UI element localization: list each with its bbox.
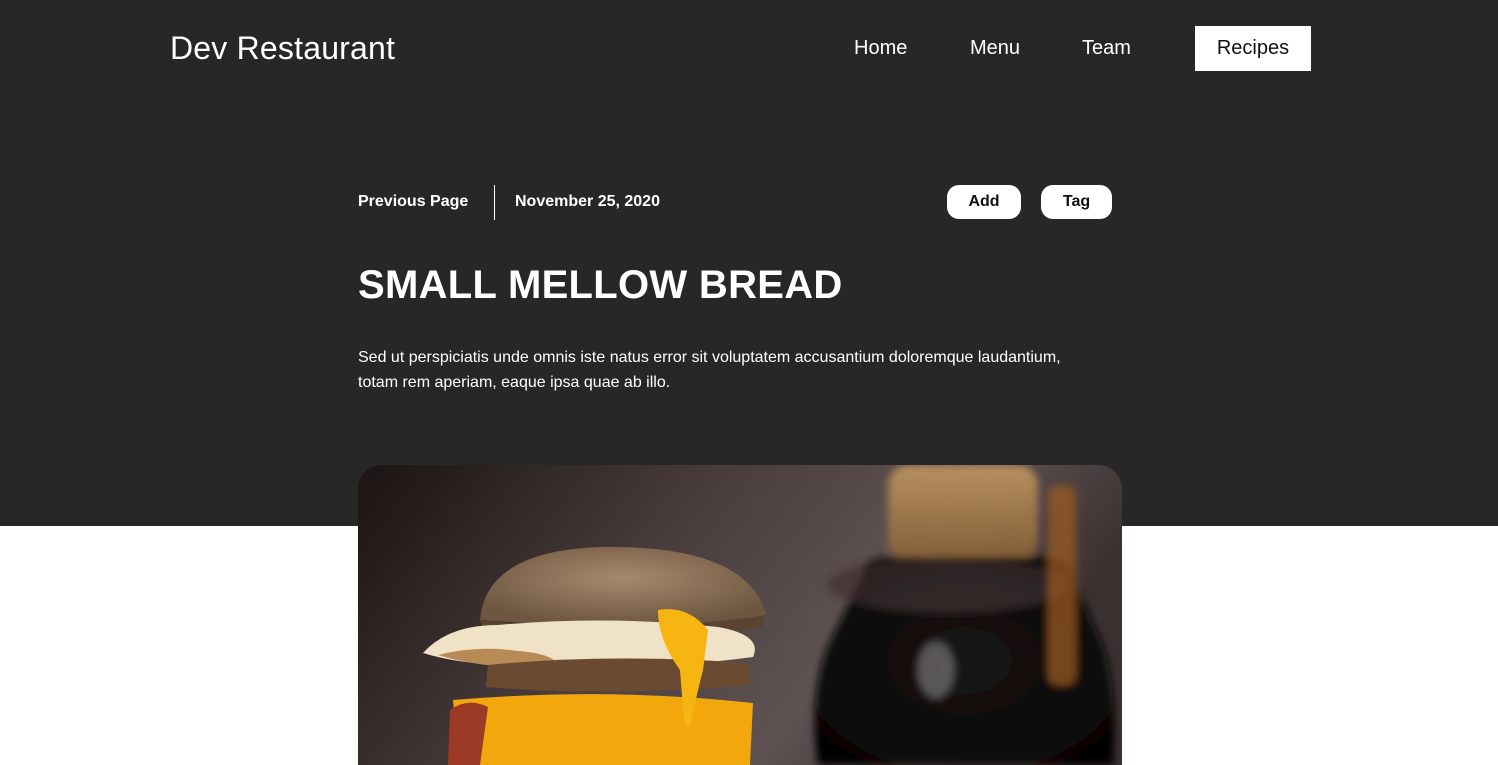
tag-button[interactable]: Tag xyxy=(1041,185,1112,219)
recipe-photo xyxy=(358,465,1122,765)
add-button[interactable]: Add xyxy=(947,185,1021,219)
previous-page-link[interactable]: Previous Page xyxy=(358,190,468,214)
brand-logo[interactable]: Dev Restaurant xyxy=(170,28,395,68)
nav-item-recipes[interactable]: Recipes xyxy=(1195,26,1311,71)
nav-item-team[interactable]: Team xyxy=(1082,26,1131,71)
burger-photo-illustration xyxy=(358,465,1122,765)
post-date: November 25, 2020 xyxy=(515,193,660,210)
meta-divider xyxy=(494,185,495,220)
nav-item-home[interactable]: Home xyxy=(854,26,907,71)
nav-item-menu[interactable]: Menu xyxy=(970,26,1020,71)
article-description: Sed ut perspiciatis unde omnis iste natu… xyxy=(358,349,1061,391)
article-title: SMALL MELLOW BREAD xyxy=(358,263,843,307)
